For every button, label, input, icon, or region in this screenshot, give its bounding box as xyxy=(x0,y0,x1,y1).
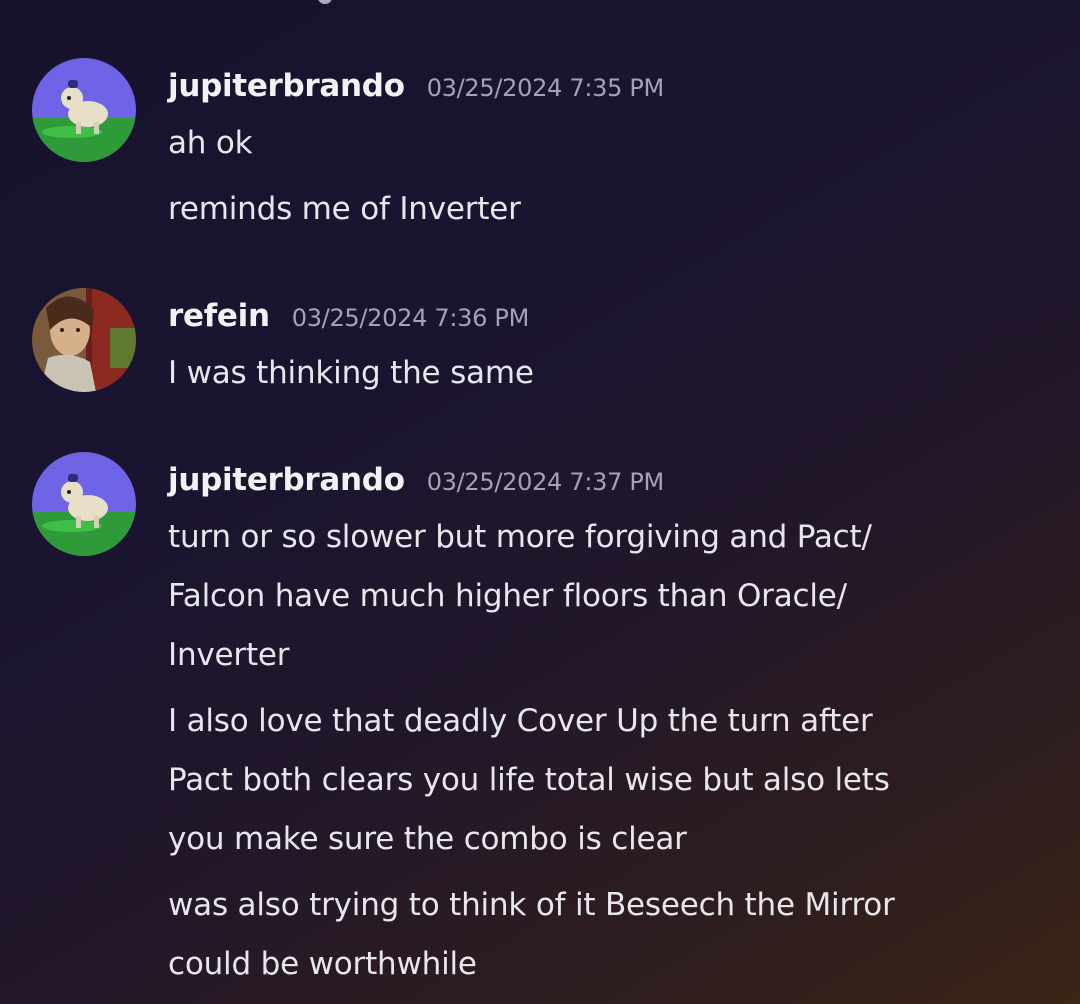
message-text: ah ok xyxy=(168,125,253,161)
message-text: could be worthwhile xyxy=(168,946,477,982)
message-text: Pact both clears you life total wise but… xyxy=(168,762,890,798)
message-text: I was thinking the same xyxy=(168,355,534,391)
message-text: you make sure the combo is clear xyxy=(168,821,687,857)
message-text: was also trying to think of it Beseech t… xyxy=(168,887,895,923)
message-text: reminds me of Inverter xyxy=(168,191,521,227)
message-header: refein 03/25/2024 7:36 PM xyxy=(168,298,529,342)
timestamp: 03/25/2024 7:36 PM xyxy=(291,304,530,332)
message-text: turn or so slower but more forgiving and… xyxy=(168,519,872,555)
chat-message-list: jupiterbrando 03/25/2024 7:35 PM ah ok r… xyxy=(0,0,1080,1004)
message-text: I also love that deadly Cover Up the tur… xyxy=(168,703,873,739)
message-header: jupiterbrando 03/25/2024 7:35 PM xyxy=(168,68,664,112)
message-text: Falcon have much higher floors than Orac… xyxy=(168,578,847,614)
username[interactable]: refein xyxy=(168,298,270,334)
dog-character-avatar-icon[interactable] xyxy=(32,58,136,162)
username[interactable]: jupiterbrando xyxy=(168,68,405,104)
message-header: jupiterbrando 03/25/2024 7:37 PM xyxy=(168,462,664,506)
username[interactable]: jupiterbrando xyxy=(168,462,405,498)
timestamp: 03/25/2024 7:35 PM xyxy=(426,74,665,102)
message-text: Inverter xyxy=(168,637,290,673)
portrait-avatar-icon[interactable] xyxy=(32,288,136,392)
timestamp: 03/25/2024 7:37 PM xyxy=(426,468,665,496)
cut-off-element xyxy=(318,0,332,4)
dog-character-avatar-icon[interactable] xyxy=(32,452,136,556)
